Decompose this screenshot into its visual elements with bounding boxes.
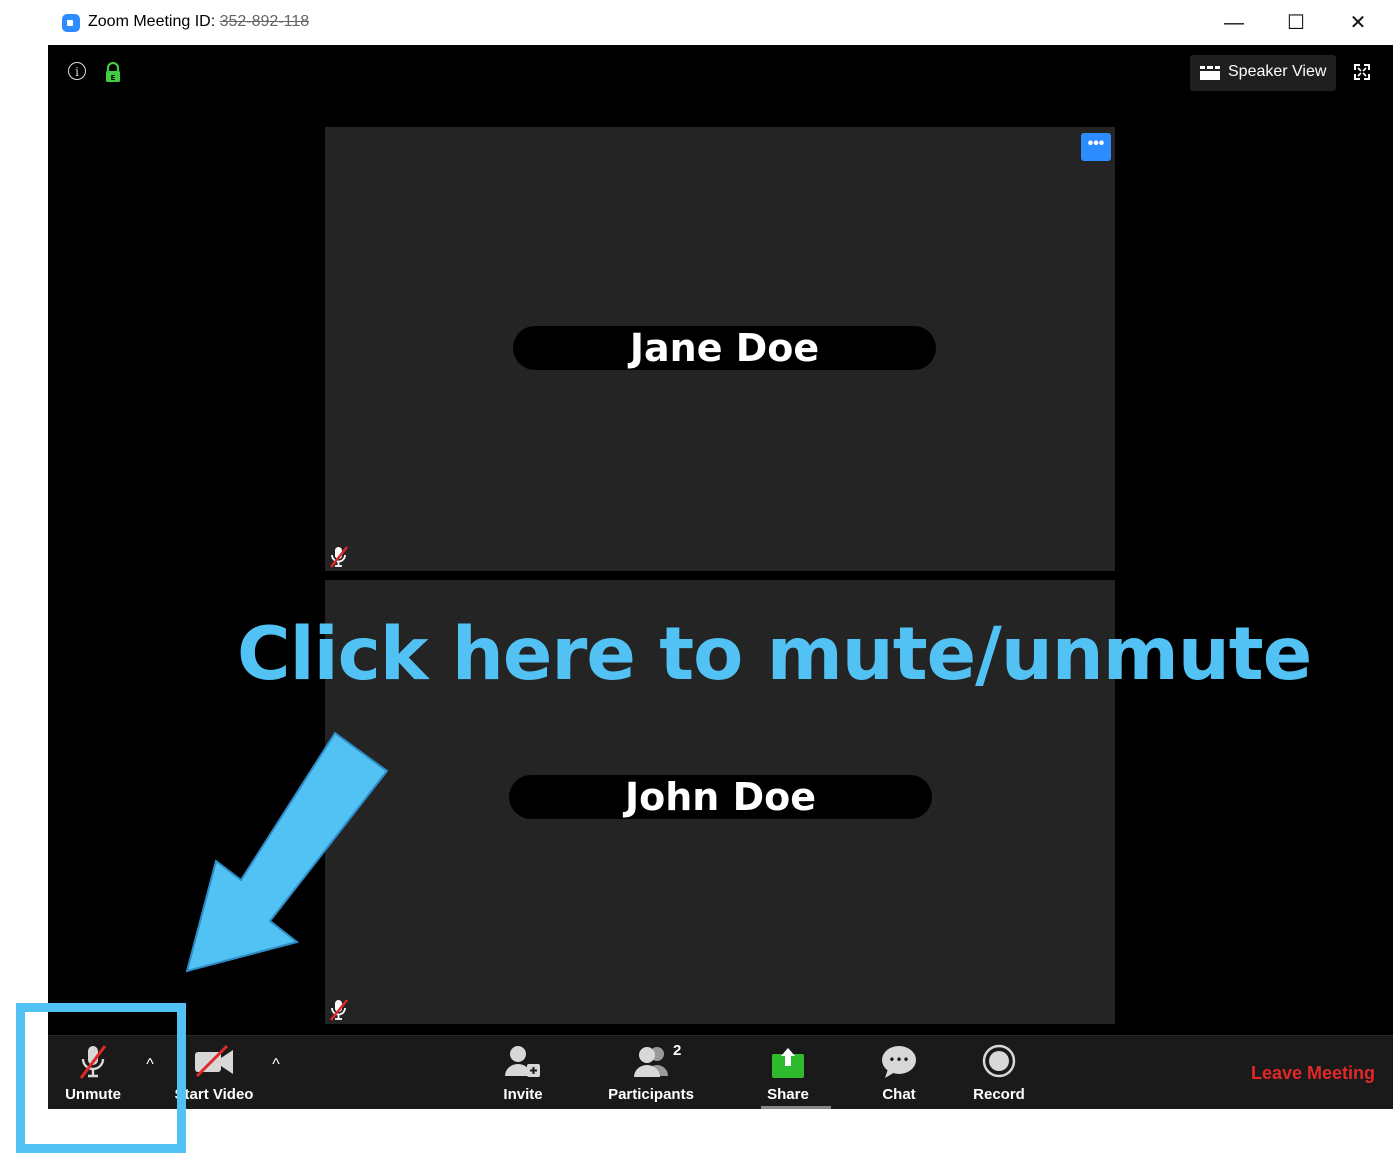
muted-mic-icon xyxy=(330,546,348,568)
participants-count: 2 xyxy=(673,1042,682,1059)
title-bar: Zoom Meeting ID: 352-892-118 — ☐ ✕ xyxy=(48,0,1393,45)
lock-icon[interactable]: E xyxy=(104,62,122,82)
video-off-icon xyxy=(195,1044,233,1078)
maximize-button[interactable]: ☐ xyxy=(1276,8,1316,38)
chat-button[interactable]: ••• Chat xyxy=(864,1036,934,1108)
speaker-view-label: Speaker View xyxy=(1228,63,1327,80)
chat-dots: ••• xyxy=(888,1053,909,1067)
encryption-badge: E xyxy=(111,74,116,82)
record-icon xyxy=(982,1044,1016,1078)
annotation-text: Click here to mute/unmute xyxy=(237,612,1312,697)
chat-bubble-icon: ••• xyxy=(882,1046,916,1078)
leave-meeting-button[interactable]: Leave Meeting xyxy=(1251,1063,1375,1084)
info-icon[interactable]: i xyxy=(68,62,86,80)
invite-label: Invite xyxy=(503,1086,543,1103)
tile-more-options-button[interactable]: ••• xyxy=(1081,133,1111,161)
video-options-caret-icon[interactable]: ^ xyxy=(266,1056,286,1076)
chat-label: Chat xyxy=(882,1086,916,1103)
invite-button[interactable]: Invite xyxy=(488,1036,558,1108)
window-title-prefix: Zoom Meeting ID: xyxy=(88,13,220,30)
share-screen-icon xyxy=(772,1048,804,1078)
participants-icon xyxy=(634,1047,668,1077)
gallery-grid-icon xyxy=(1200,66,1220,80)
participants-button[interactable]: 2 Participants xyxy=(601,1036,701,1108)
muted-mic-icon xyxy=(330,999,348,1021)
meeting-toolbar: Unmute ^ Start Video ^ Invite 2 Particip… xyxy=(48,1035,1393,1109)
record-button[interactable]: Record xyxy=(964,1036,1034,1108)
share-label: Share xyxy=(767,1086,809,1103)
zoom-window: Zoom Meeting ID: 352-892-118 — ☐ ✕ i E S… xyxy=(48,0,1393,1109)
speaker-view-button[interactable]: Speaker View xyxy=(1190,55,1336,91)
record-label: Record xyxy=(973,1086,1025,1103)
share-underline xyxy=(761,1106,831,1109)
participant-name: Jane Doe xyxy=(513,326,936,370)
window-title: Zoom Meeting ID: 352-892-118 xyxy=(88,13,309,31)
meeting-id: 352-892-118 xyxy=(219,13,310,30)
close-button[interactable]: ✕ xyxy=(1338,8,1378,38)
highlight-box xyxy=(16,1003,186,1153)
share-button[interactable]: Share xyxy=(753,1036,823,1108)
video-tile-jane[interactable]: ••• Jane Doe xyxy=(325,127,1115,571)
participant-name: John Doe xyxy=(509,775,932,819)
zoom-logo-icon xyxy=(62,14,80,32)
fullscreen-icon[interactable] xyxy=(1354,64,1370,80)
add-person-icon xyxy=(505,1046,540,1077)
participants-label: Participants xyxy=(608,1086,694,1103)
page-edge xyxy=(1393,0,1399,1142)
minimize-button[interactable]: — xyxy=(1214,8,1254,38)
